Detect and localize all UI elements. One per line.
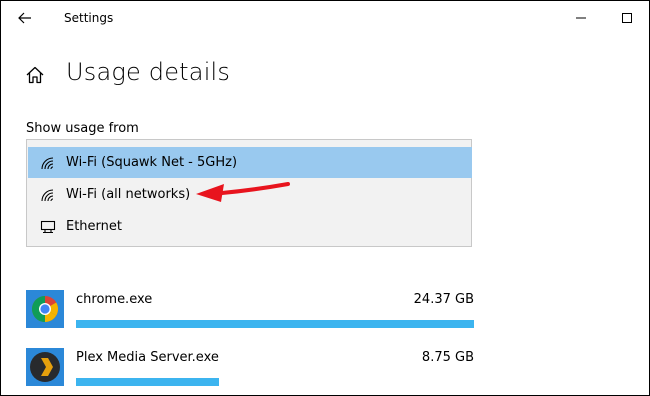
wifi-icon [40,155,56,171]
app-row-chrome[interactable]: chrome.exe 24.37 GB [26,290,474,330]
title-bar: Settings [0,0,650,36]
app-row-plex[interactable]: Plex Media Server.exe 8.75 GB [26,348,474,388]
minimize-icon [576,17,586,19]
back-button[interactable] [8,4,42,32]
dropdown-option-label: Wi-Fi (all networks) [66,187,191,202]
home-button[interactable] [22,62,48,88]
red-arrow-annotation [196,182,290,202]
page-title: Usage details [66,58,231,86]
ethernet-icon [40,219,56,235]
show-usage-label: Show usage from [26,121,139,136]
dropdown-option-ethernet[interactable]: Ethernet [28,211,472,242]
app-name: Plex Media Server.exe [76,350,219,365]
window-title: Settings [64,11,114,25]
wifi-icon [40,187,56,203]
usage-bar-fill [76,378,220,386]
app-data-size: 24.37 GB [413,292,474,307]
usage-bar-fill [76,320,474,328]
plex-icon [26,348,64,386]
minimize-button[interactable] [558,0,604,36]
dropdown-option-wifi-squawk[interactable]: Wi-Fi (Squawk Net - 5GHz) [28,147,472,178]
app-data-size: 8.75 GB [421,350,474,365]
maximize-icon [622,13,632,23]
home-icon [26,66,44,84]
dropdown-option-label: Wi-Fi (Squawk Net - 5GHz) [66,155,238,170]
usage-bar [76,378,474,386]
chrome-icon [26,290,64,328]
app-name: chrome.exe [76,292,153,307]
usage-bar [76,320,474,328]
maximize-button[interactable] [604,0,650,36]
back-arrow-icon [18,12,31,24]
dropdown-option-label: Ethernet [66,219,122,234]
